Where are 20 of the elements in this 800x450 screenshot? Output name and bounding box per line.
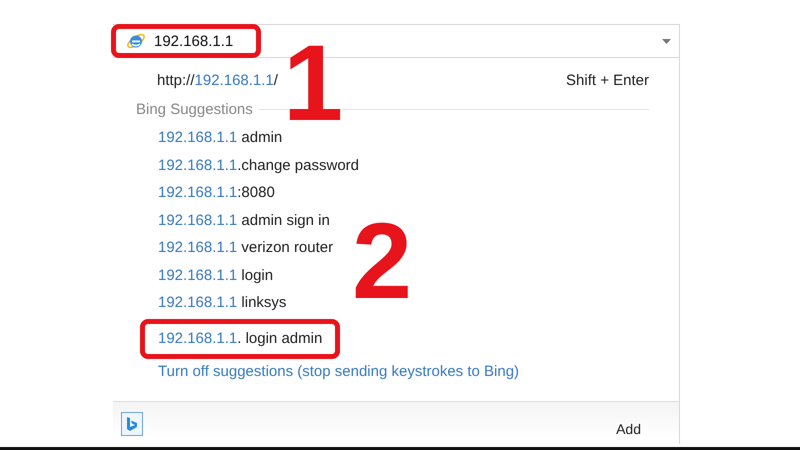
step-number: 2 [352,218,412,304]
bing-button[interactable] [121,412,143,436]
address-field[interactable]: 192.168.1.1 [111,24,261,58]
dropdown-arrow-icon[interactable] [662,38,671,44]
suggestion-item[interactable]: 192.168.1.1. login admin [140,318,340,358]
turn-off-suggestions-link[interactable]: Turn off suggestions (stop sending keystrokes to Bing) [158,362,520,380]
suggestion-item[interactable]: 192.168.1.1.change password [158,152,359,179]
browser-logo-icon [126,31,146,51]
add-label[interactable]: Add [616,421,641,437]
suggestion-item[interactable]: 192.168.1.1:8080 [158,179,275,206]
suggestion-item[interactable]: 192.168.1.1 linksys [158,289,286,316]
suggestion-item[interactable]: 192.168.1.1 verizon router [158,234,334,262]
suggestion-item[interactable]: 192.168.1.1 login [158,262,274,289]
shortcut-label: Shift + Enter [566,72,649,88]
url-suggestion[interactable]: http://192.168.1.1/ [157,72,278,88]
suggestion-item[interactable]: 192.168.1.1 admin sign in [158,206,330,234]
bing-icon [126,416,138,432]
step-number: 1 [283,40,344,126]
suggestion-item[interactable]: 192.168.1.1 admin [158,124,282,152]
section-title: Bing Suggestions [136,100,253,118]
